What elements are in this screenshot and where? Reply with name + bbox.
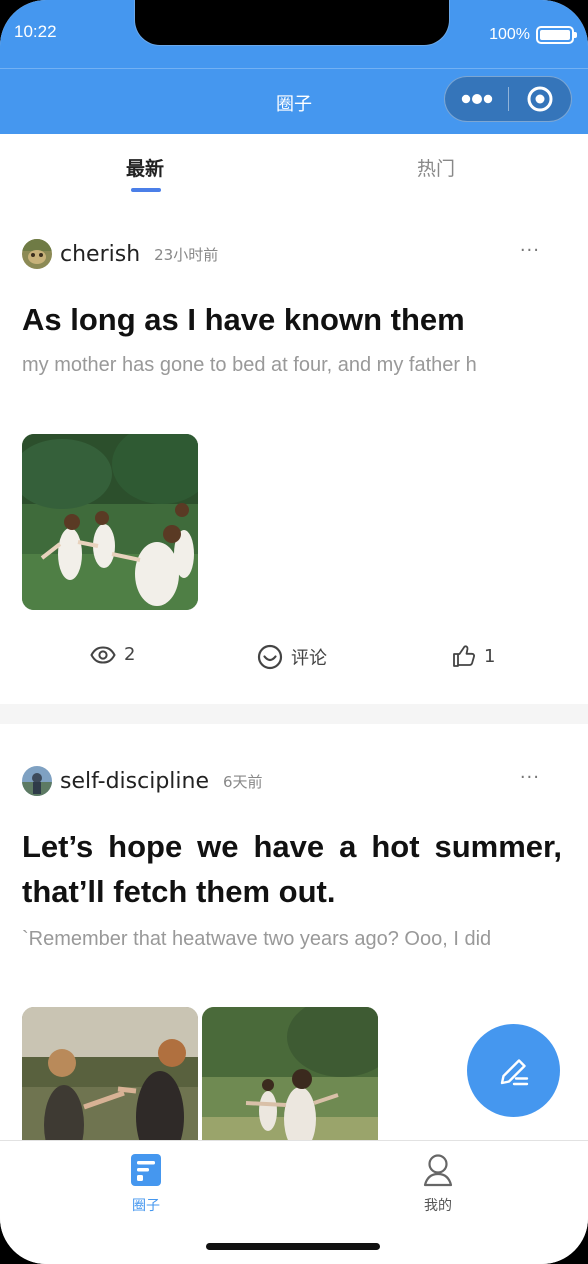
post-time: 6天前 [223,772,263,791]
author-name[interactable]: cherish [60,242,140,267]
post-title[interactable]: As long as I have known them [22,302,562,338]
nav-divider [0,68,588,69]
views-stat: 2 [90,644,135,665]
tab-hot[interactable]: 热门 [417,154,455,181]
thumbs-up-icon [453,645,475,667]
status-time: 10:22 [14,22,57,41]
post-time: 23小时前 [154,245,219,264]
status-right: 100% [489,26,577,44]
tabbar-label: 我的 [424,1198,452,1214]
tab-latest[interactable]: 最新 [126,154,164,181]
tabbar-item-circle[interactable]: 圈子 [86,1153,206,1215]
post-stats: 2 评论 1 [0,644,588,684]
post-excerpt[interactable]: `Remember that heatwave two years ago? O… [22,924,562,955]
author-name[interactable]: self-discipline [60,769,209,794]
device-notch [134,0,450,46]
likes-count: 1 [484,645,496,667]
home-indicator [206,1243,380,1250]
user-icon [423,1154,453,1187]
post-author-row: cherish 23小时前 [22,239,218,269]
document-icon [131,1154,161,1186]
avatar[interactable] [22,239,52,269]
target-circle-icon [527,86,553,112]
smile-comment-icon [257,644,283,670]
three-dots-icon [461,94,492,104]
post-author-row: self-discipline 6天前 [22,766,263,796]
feed-tabs: 最新 热门 [0,134,588,204]
like-button[interactable]: 1 [452,644,495,668]
comment-label: 评论 [291,648,327,669]
post-title[interactable]: Let’s hope we have a hot summer, that’ll… [22,824,562,914]
eye-icon [90,645,116,664]
mini-program-capsule [444,76,572,122]
post-card[interactable]: cherish 23小时前 ··· As long as I have know… [0,204,588,704]
edit-pen-icon [500,1058,528,1085]
tabbar-item-mine[interactable]: 我的 [378,1153,498,1215]
more-options-button[interactable] [445,77,508,121]
post-excerpt[interactable]: my mother has gone to bed at four, and m… [22,350,562,381]
tabbar-label: 圈子 [132,1198,160,1214]
nav-bar: 10:22 100% 圈子 [0,0,588,134]
avatar[interactable] [22,766,52,796]
battery-icon [536,26,577,44]
views-count: 2 [124,644,136,665]
post-more-button[interactable]: ··· [520,240,540,261]
close-mini-program-button[interactable] [509,77,571,121]
tab-indicator [131,188,161,192]
battery-percent: 100% [489,26,530,43]
post-more-button[interactable]: ··· [520,767,540,788]
comment-button[interactable]: 评论 [257,644,327,670]
create-post-button[interactable] [467,1024,560,1117]
phone-screen: 10:22 100% 圈子 最新 热门 cherish 23小时前 ··· As… [0,0,588,1264]
post-photo[interactable] [22,434,198,610]
